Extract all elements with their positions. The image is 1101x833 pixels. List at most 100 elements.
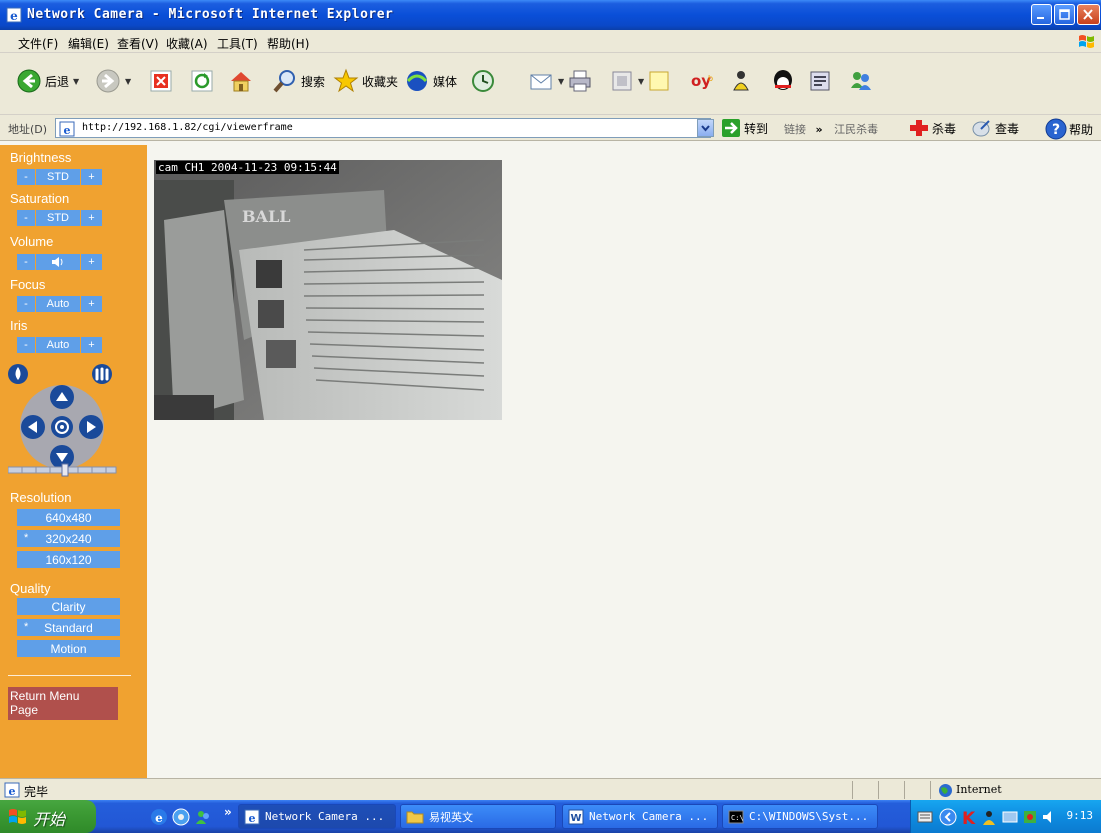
print-button[interactable] — [567, 67, 593, 95]
zoom-slider-thumb[interactable] — [61, 463, 69, 477]
address-input[interactable]: e http://192.168.1.82/cgi/viewerframe — [55, 118, 711, 138]
tray-messenger-icon[interactable] — [981, 808, 999, 826]
brightness-plus-button[interactable]: + — [81, 169, 102, 185]
browser-quicklaunch-icon[interactable] — [172, 808, 190, 826]
svg-text:BALL: BALL — [242, 207, 290, 226]
refresh-button[interactable] — [190, 67, 214, 95]
iris-minus-button[interactable]: - — [17, 337, 35, 353]
pan-right-button[interactable] — [79, 415, 103, 439]
forward-button[interactable]: ▼ — [95, 67, 131, 95]
menu-tools[interactable]: 工具(T) — [217, 35, 258, 52]
status-divider — [930, 781, 931, 799]
messenger-quicklaunch-icon[interactable] — [194, 808, 212, 826]
scan-button[interactable]: 查毒 — [971, 118, 1019, 138]
focus-auto-button[interactable]: Auto — [36, 296, 80, 312]
chevron-right-icon[interactable]: » — [816, 123, 823, 136]
forward-dropdown-icon[interactable]: ▼ — [125, 77, 131, 86]
menu-edit[interactable]: 编辑(E) — [68, 35, 109, 52]
search-icon — [273, 70, 295, 93]
resolution-option-160x120[interactable]: 160x120 — [17, 551, 120, 568]
panel-divider — [8, 675, 131, 676]
pan-left-button[interactable] — [21, 415, 45, 439]
menu-file[interactable]: 文件(F) — [18, 35, 58, 52]
menu-view[interactable]: 查看(V) — [117, 35, 159, 52]
links-jiangmin[interactable]: 江民杀毒 — [834, 123, 878, 136]
maximize-button[interactable] — [1054, 4, 1075, 25]
note-button[interactable] — [647, 67, 671, 95]
address-dropdown-button[interactable] — [697, 119, 714, 137]
minimize-button[interactable] — [1031, 4, 1052, 25]
quality-option-clarity[interactable]: Clarity — [17, 598, 120, 615]
history-button[interactable] — [470, 67, 496, 95]
focus-minus-button[interactable]: - — [17, 296, 35, 312]
oicq-button[interactable]: oy b — [690, 67, 720, 95]
menu-favorites[interactable]: 收藏(A) — [166, 35, 208, 52]
clock[interactable]: 9:13 — [1067, 809, 1094, 822]
resolution-option-320x240[interactable]: * 320x240 — [17, 530, 120, 547]
keyboard-icon[interactable] — [917, 810, 933, 824]
tray-network-icon[interactable] — [1001, 808, 1019, 826]
antivirus-button[interactable]: 杀毒 — [908, 118, 956, 138]
quicklaunch-more-icon[interactable]: » — [224, 805, 232, 819]
ie-quicklaunch-icon[interactable]: e — [150, 808, 168, 826]
task-cmd-window[interactable]: C:\ C:\WINDOWS\Syst... — [722, 804, 878, 829]
menu-help[interactable]: 帮助(H) — [267, 35, 309, 52]
title-bar[interactable]: e Network Camera - Microsoft Internet Ex… — [0, 0, 1101, 30]
qq-button[interactable] — [770, 67, 796, 95]
brightness-std-button[interactable]: STD — [36, 169, 80, 185]
printer-icon — [569, 70, 591, 92]
oicq-icon: oyb — [691, 72, 713, 90]
task-folder[interactable]: 易视英文 — [400, 804, 556, 829]
volume-minus-button[interactable]: - — [17, 254, 35, 270]
camera-image: BALL — [154, 160, 502, 420]
focus-control: - Auto + — [17, 296, 103, 312]
close-button[interactable] — [1077, 4, 1100, 25]
zoom-slider[interactable] — [8, 463, 118, 477]
tray-volume-icon[interactable] — [1041, 808, 1059, 826]
home-button[interactable] — [228, 67, 254, 95]
saturation-std-button[interactable]: STD — [36, 210, 80, 226]
back-dropdown-icon[interactable]: ▼ — [73, 77, 79, 86]
saturation-minus-button[interactable]: - — [17, 210, 35, 226]
go-label: 转到 — [744, 121, 769, 136]
tray-security-icon[interactable] — [1021, 808, 1039, 826]
help-button[interactable]: ? 帮助 — [1045, 118, 1093, 140]
stop-button[interactable] — [149, 67, 173, 95]
task-network-camera-word[interactable]: W Network Camera ... — [562, 804, 718, 829]
edit-button[interactable]: ▼ — [610, 67, 644, 95]
research-button[interactable] — [808, 67, 832, 95]
mail-dropdown-icon[interactable]: ▼ — [558, 77, 564, 86]
return-menu-page-button[interactable]: Return Menu Page — [8, 687, 118, 720]
resolution-option-640x480[interactable]: 640x480 — [17, 509, 120, 526]
favorites-button[interactable]: 收藏夹 — [333, 67, 398, 95]
svg-text:K: K — [962, 809, 976, 826]
quality-option-standard[interactable]: * Standard — [17, 619, 120, 636]
media-button[interactable]: 媒体 — [404, 67, 457, 95]
camera-live-view[interactable]: BALL cam CH1 2004-11-23 09:15:44 — [154, 160, 502, 420]
svg-text:b: b — [708, 74, 713, 83]
start-button[interactable]: 开始 — [0, 800, 96, 833]
task-network-camera-ie[interactable]: e Network Camera ... — [238, 804, 396, 829]
pan-home-button[interactable] — [51, 416, 73, 438]
pan-up-button[interactable] — [50, 385, 74, 409]
antivirus-k-icon[interactable]: K — [961, 808, 979, 826]
go-button[interactable]: 转到 — [721, 118, 768, 138]
messenger-button[interactable] — [730, 67, 756, 95]
mail-button[interactable]: ▼ — [528, 67, 564, 95]
resolution-label: Resolution — [10, 490, 72, 505]
iris-auto-button[interactable]: Auto — [36, 337, 80, 353]
iris-plus-button[interactable]: + — [81, 337, 102, 353]
edit-dropdown-icon[interactable]: ▼ — [638, 77, 644, 86]
msn-button[interactable] — [848, 67, 874, 95]
brightness-minus-button[interactable]: - — [17, 169, 35, 185]
focus-plus-button[interactable]: + — [81, 296, 102, 312]
volume-plus-button[interactable]: + — [81, 254, 102, 270]
links-toolbar[interactable]: 链接 » 江民杀毒 — [784, 121, 878, 137]
volume-speaker-button[interactable] — [36, 254, 80, 270]
saturation-plus-button[interactable]: + — [81, 210, 102, 226]
show-hidden-icons-icon[interactable] — [939, 808, 957, 826]
quality-option-motion[interactable]: Motion — [17, 640, 120, 657]
search-button[interactable]: 搜索 — [272, 67, 325, 95]
back-button[interactable]: 后退 ▼ — [16, 67, 79, 95]
help-icon: ? — [1045, 118, 1067, 140]
